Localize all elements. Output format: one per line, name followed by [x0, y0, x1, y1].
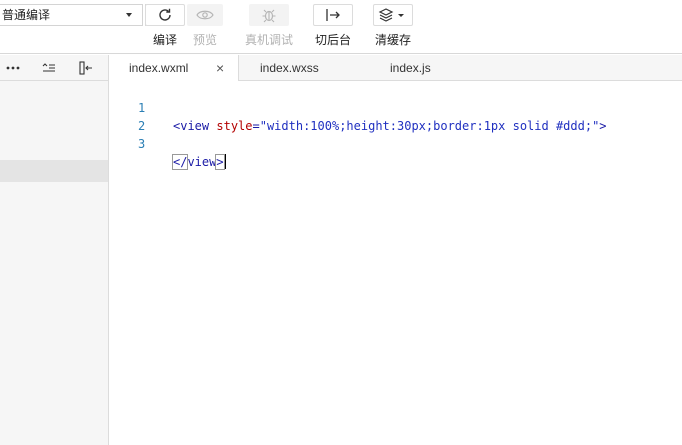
compile-label: 编译: [152, 33, 177, 47]
preview-label: 预览: [192, 33, 217, 47]
compile-icon-button[interactable]: [145, 4, 185, 26]
clear-cache-icon-button[interactable]: [373, 4, 413, 26]
tab-label: index.wxml: [129, 61, 189, 75]
preview-icon-button[interactable]: [187, 4, 223, 26]
code-text: </view>: [171, 153, 226, 171]
collapse-tree-icon[interactable]: [40, 59, 58, 77]
tab-index-wxss[interactable]: index.wxss: [240, 55, 370, 81]
code-line[interactable]: 2: [110, 99, 682, 133]
text-cursor: [223, 154, 226, 169]
bug-icon: [262, 9, 276, 23]
chevron-down-icon: [126, 13, 132, 17]
preview-button[interactable]: 预览: [187, 0, 223, 54]
compile-mode-select[interactable]: 普通编译: [0, 4, 143, 26]
switch-background-label: 切后台: [314, 33, 351, 47]
switch-background-icon: [326, 9, 340, 21]
code-token: >: [215, 154, 225, 170]
compile-mode-value: 普通编译: [2, 8, 51, 22]
refresh-icon: [159, 8, 171, 21]
code-token: </: [171, 154, 189, 170]
switch-background-icon-button[interactable]: [313, 4, 353, 26]
close-icon[interactable]: ×: [216, 55, 224, 81]
tab-label: index.js: [390, 61, 431, 75]
tab-index-wxml[interactable]: index.wxml ×: [110, 55, 239, 82]
code-line[interactable]: 3 </view>: [110, 117, 682, 170]
code-token: view: [187, 155, 217, 169]
panel-toggle-icon[interactable]: [77, 59, 95, 77]
tab-index-js[interactable]: index.js: [370, 55, 500, 81]
file-tree-panel: [0, 55, 109, 445]
layers-icon: [378, 8, 404, 22]
compile-button[interactable]: 编译: [145, 0, 185, 54]
file-tree-toolbar: [0, 55, 108, 81]
clear-cache-button[interactable]: 清缓存: [372, 0, 414, 54]
switch-background-button[interactable]: 切后台: [312, 0, 354, 54]
more-icon[interactable]: [4, 59, 22, 77]
line-number: 3: [138, 137, 146, 151]
remote-debug-label: 真机调试: [244, 33, 293, 47]
code-editor[interactable]: 1 <view style="width:100%;height:30px;bo…: [110, 81, 682, 445]
eye-icon: [196, 10, 214, 20]
editor-tab-bar: index.wxml × index.wxss index.js: [110, 55, 682, 82]
code-line[interactable]: 1 <view style="width:100%;height:30px;bo…: [110, 81, 682, 133]
remote-debug-icon-button[interactable]: [249, 4, 289, 26]
tab-label: index.wxss: [260, 61, 319, 75]
remote-debug-button[interactable]: 真机调试: [243, 0, 295, 54]
file-tree-selected-row[interactable]: [0, 160, 108, 182]
clear-cache-label: 清缓存: [374, 33, 411, 47]
top-toolbar: 普通编译 编译 预览 真机调试 切后台 清缓存: [0, 0, 682, 54]
